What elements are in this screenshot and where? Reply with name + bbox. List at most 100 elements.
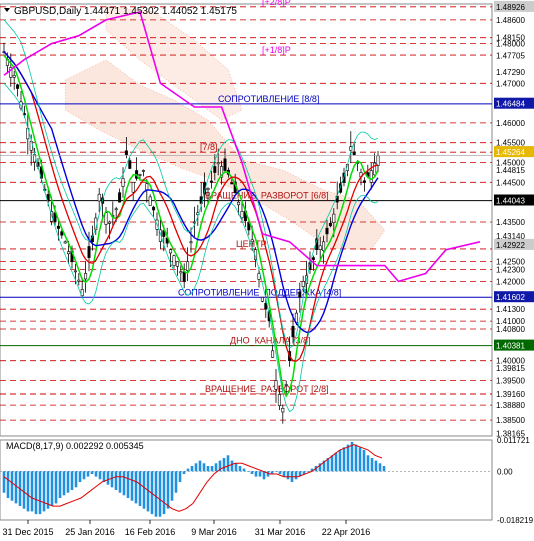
candle-body <box>281 407 285 413</box>
macd-bar <box>162 471 166 515</box>
macd-bar <box>366 455 370 472</box>
candle-body <box>240 211 244 219</box>
macd-axis-label: -0.018219 <box>497 516 534 525</box>
macd-bar <box>170 471 174 501</box>
price-axis-label: 1.39160 <box>496 390 525 399</box>
macd-bar <box>106 471 110 485</box>
candle-body <box>352 151 356 155</box>
candle-body <box>264 303 268 310</box>
macd-bar <box>334 452 338 472</box>
price-axis-label: 1.39815 <box>496 364 525 373</box>
candle-body <box>152 206 156 211</box>
candle-body <box>107 221 111 224</box>
macd-bar <box>274 471 278 472</box>
candle-body <box>97 193 101 202</box>
candle-body <box>87 246 91 258</box>
candle-body <box>206 188 210 191</box>
candle-body <box>12 75 16 78</box>
price-axis-label: 1.40381 <box>496 342 525 351</box>
murrey-level-label: ВРАЩЕНИЕ_РАЗВОРОТ [2/8] <box>205 384 329 394</box>
candle-body <box>237 201 241 206</box>
macd-bar <box>382 466 386 472</box>
macd-bar <box>30 471 34 512</box>
macd-bar <box>58 471 62 498</box>
price-axis-label: 1.42922 <box>496 241 525 250</box>
candle-body <box>213 166 217 173</box>
candle-body <box>84 273 88 280</box>
candle-body <box>138 174 142 176</box>
macd-bar <box>378 463 382 472</box>
macd-bar <box>38 471 42 515</box>
candle-body <box>291 325 295 338</box>
macd-bar <box>110 471 114 488</box>
macd-bar <box>374 460 378 472</box>
price-axis-label: 1.45264 <box>496 148 525 157</box>
macd-bar <box>182 471 186 474</box>
candle-body <box>322 241 326 252</box>
macd-bar <box>62 471 66 496</box>
candle-body <box>77 279 81 282</box>
macd-bar <box>342 447 346 472</box>
macd-bar <box>186 468 190 472</box>
candle-body <box>169 249 173 254</box>
macd-bar <box>246 471 250 472</box>
murrey-level-label: [+1/8]P <box>262 45 291 55</box>
macd-bar <box>50 471 54 506</box>
price-axis-label: 1.48926 <box>496 3 525 12</box>
price-axis-label: 1.38880 <box>496 401 525 410</box>
macd-bar <box>226 455 230 472</box>
candle-body <box>56 225 60 229</box>
candle-body <box>250 239 254 243</box>
price-axis-label: 1.38500 <box>496 416 525 425</box>
candle-body <box>328 223 332 227</box>
price-axis-label: 1.43500 <box>496 218 525 227</box>
macd-bar <box>122 471 126 496</box>
candle-body <box>332 213 336 223</box>
macd-bar <box>258 471 262 477</box>
macd-bar <box>362 449 366 472</box>
macd-bar <box>66 471 70 493</box>
macd-bar <box>286 471 290 480</box>
macd-bar <box>26 471 30 512</box>
macd-bar <box>234 463 238 472</box>
date-axis-label: 16 Feb 2016 <box>125 527 176 537</box>
candle-body <box>128 160 132 169</box>
macd-bar <box>70 471 74 490</box>
price-axis-label: 1.48600 <box>496 16 525 25</box>
candle-body <box>369 170 373 183</box>
macd-bar <box>222 458 226 472</box>
date-axis-label: 22 Apr 2016 <box>322 527 371 537</box>
macd-bar <box>330 455 334 472</box>
candle-body <box>311 257 315 260</box>
murrey-level-label: ВРАЩЕНИЕ_РАЗВОРОТ [6/8] <box>205 191 329 201</box>
macd-bar <box>74 471 78 488</box>
macd-title: MACD(8,17,9) 0.002292 0.005345 <box>6 441 144 451</box>
candle-body <box>145 183 149 191</box>
macd-bar <box>230 460 234 472</box>
macd-bar <box>238 466 242 472</box>
macd-bar <box>14 471 18 504</box>
macd-axis-label: 0.00 <box>497 467 513 476</box>
macd-axis-label: 0.011721 <box>497 436 530 445</box>
macd-bar <box>6 471 10 498</box>
candle-body <box>230 182 234 185</box>
price-axis-label: 1.47705 <box>496 51 525 60</box>
candle-body <box>186 261 190 271</box>
macd-bar <box>370 458 374 472</box>
candle-body <box>67 251 71 255</box>
candle-body <box>373 162 377 176</box>
candle-body <box>216 162 220 165</box>
macd-bar <box>154 471 158 517</box>
murrey-level-label: СОПРОТИВЛЕНИЕ [8/8] <box>218 94 319 104</box>
price-axis-label: 1.46484 <box>496 100 525 109</box>
macd-bar <box>94 471 98 477</box>
murrey-level-label: [7/8] <box>200 142 218 152</box>
price-axis-label: 1.46000 <box>496 119 525 128</box>
macd-bar <box>142 471 146 509</box>
macd-bar <box>250 471 254 474</box>
macd-bar <box>158 471 162 517</box>
candle-body <box>148 196 152 206</box>
macd-bar <box>242 468 246 472</box>
macd-bar <box>202 463 206 472</box>
price-axis-label: 1.42300 <box>496 266 525 275</box>
